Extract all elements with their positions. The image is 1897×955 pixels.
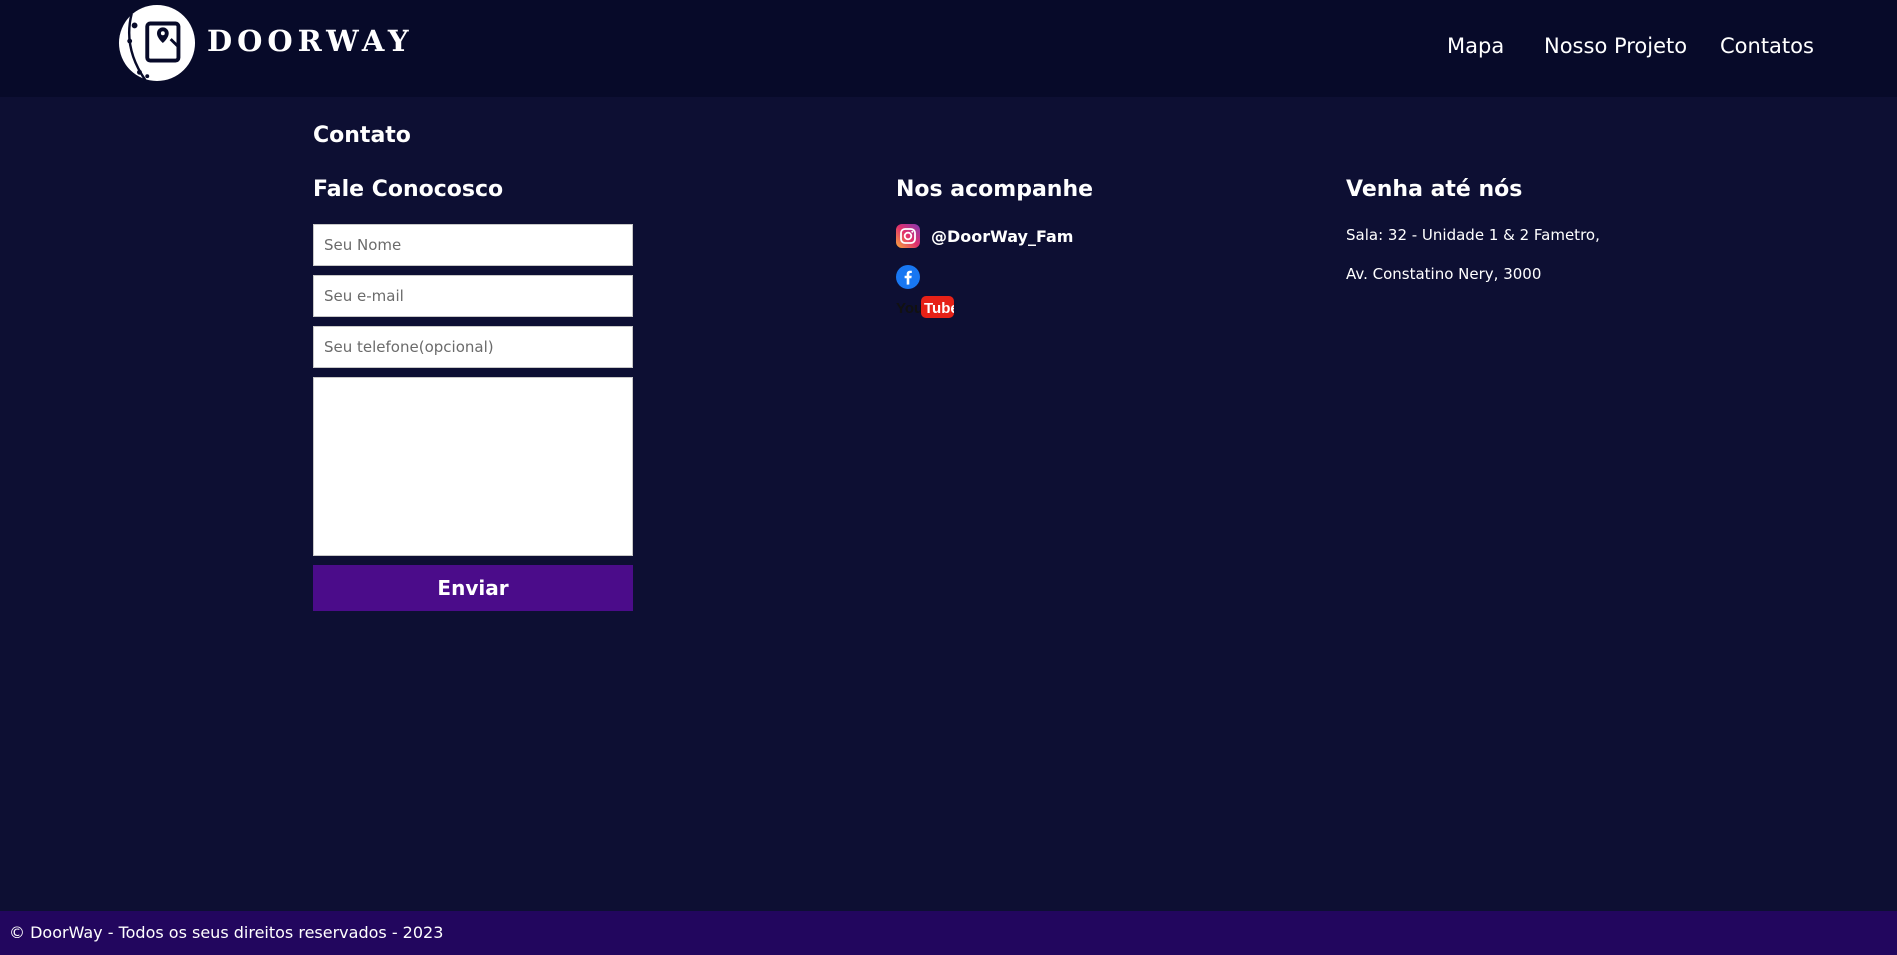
facebook-link[interactable] <box>896 265 920 289</box>
instagram-link[interactable]: @DoorWay_Fam <box>896 224 1073 248</box>
nav-contatos[interactable]: Contatos <box>1720 34 1814 58</box>
submit-button[interactable]: Enviar <box>313 565 633 611</box>
message-textarea[interactable] <box>313 377 633 556</box>
doorway-logo[interactable] <box>118 4 196 82</box>
footer-copyright: © DoorWay - Todos os seus direitos reser… <box>9 923 444 942</box>
svg-text:You: You <box>896 300 923 317</box>
address-line-1: Sala: 32 - Unidade 1 & 2 Fametro, <box>1346 226 1600 244</box>
phone-input[interactable] <box>313 326 633 368</box>
brand-name: DOORWAY <box>207 24 414 58</box>
svg-text:Tube: Tube <box>924 300 954 317</box>
email-input[interactable] <box>313 275 633 317</box>
youtube-icon[interactable]: You Tube <box>896 295 954 319</box>
instagram-icon <box>896 224 920 248</box>
location-title: Venha até nós <box>1346 177 1523 202</box>
page-title: Contato <box>313 123 411 148</box>
name-input[interactable] <box>313 224 633 266</box>
nav-nosso-projeto[interactable]: Nosso Projeto <box>1544 34 1687 58</box>
youtube-link[interactable]: You Tube <box>896 295 954 319</box>
site-footer: © DoorWay - Todos os seus direitos reser… <box>0 911 1897 955</box>
facebook-icon[interactable] <box>896 265 920 289</box>
address-line-2: Av. Constatino Nery, 3000 <box>1346 265 1542 283</box>
site-header: DOORWAY Mapa Nosso Projeto Contatos <box>0 0 1897 97</box>
social-title: Nos acompanhe <box>896 177 1094 202</box>
form-title: Fale Conocosco <box>313 177 504 202</box>
nav-mapa[interactable]: Mapa <box>1447 34 1504 58</box>
instagram-handle[interactable]: @DoorWay_Fam <box>931 227 1073 246</box>
